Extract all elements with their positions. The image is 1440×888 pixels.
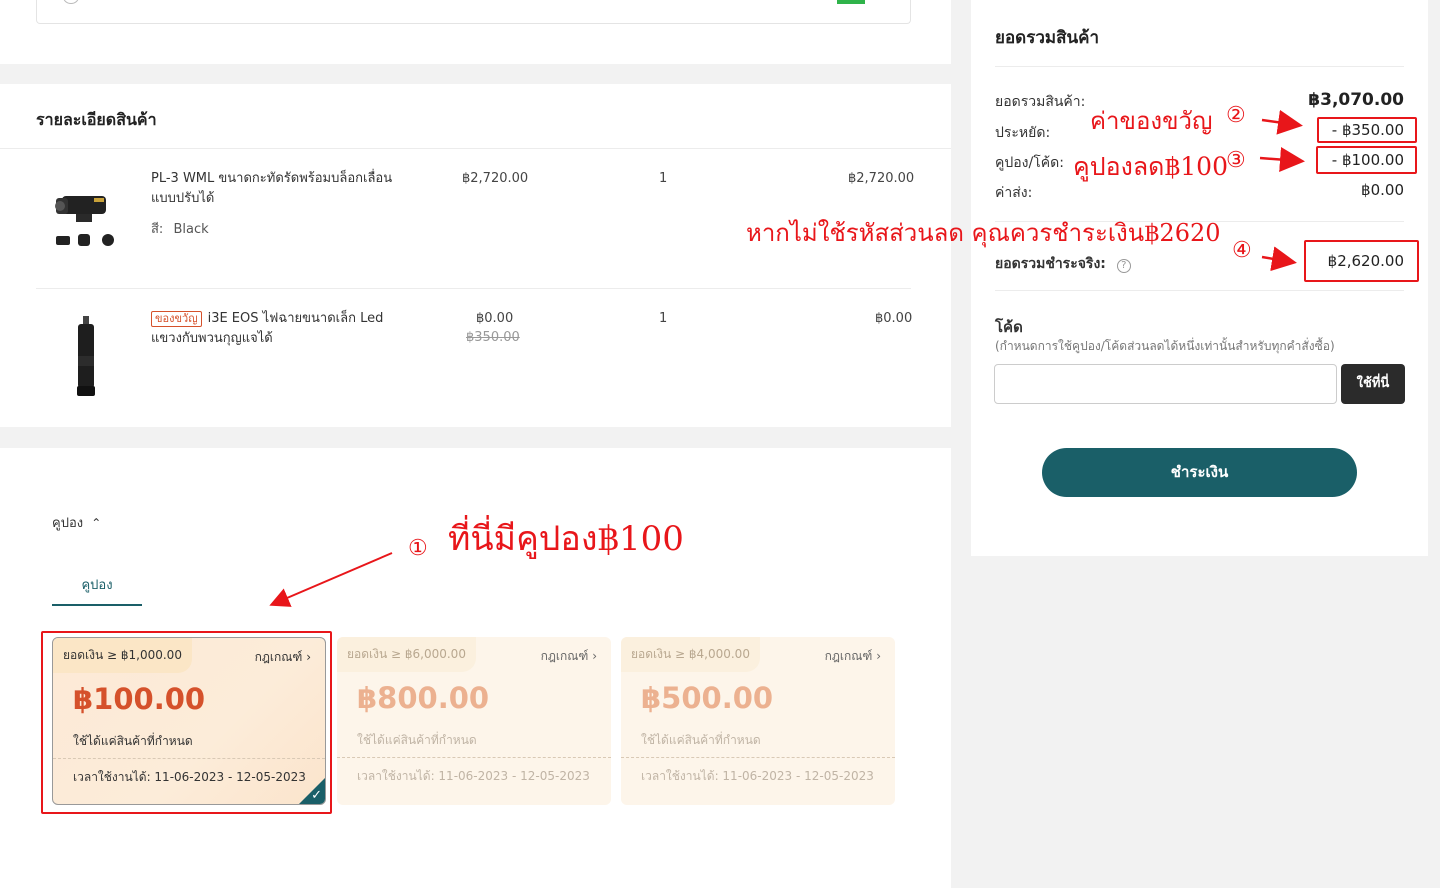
annotation-arrows: [269, 109, 1305, 607]
